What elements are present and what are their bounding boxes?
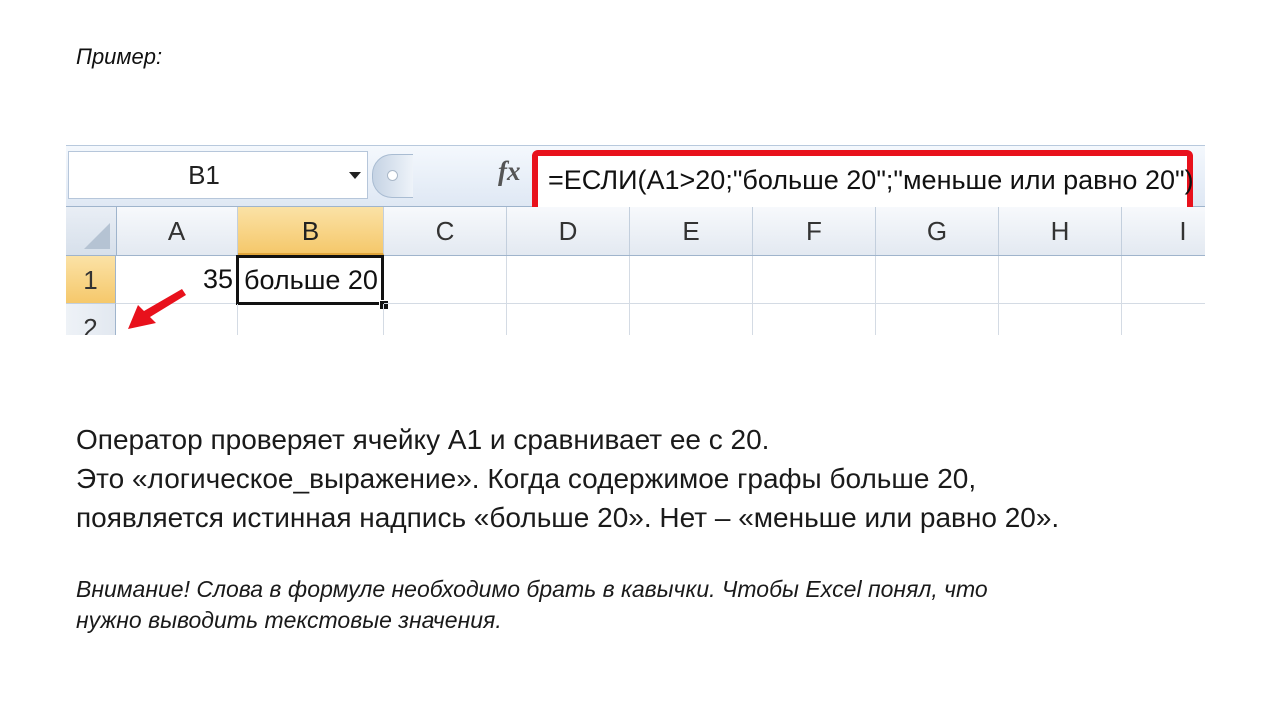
cell-d1[interactable] [507, 256, 630, 304]
row-header-2[interactable]: 2 [66, 304, 116, 335]
cell-h1[interactable] [999, 256, 1122, 304]
cell-c2[interactable] [384, 304, 507, 335]
splitter-handle-icon [387, 170, 398, 181]
cell-f1[interactable] [753, 256, 876, 304]
example-label: Пример: [76, 44, 163, 69]
cell-i1[interactable] [1122, 256, 1205, 304]
column-header-d[interactable]: D [507, 207, 630, 255]
attention-note: Внимание! Слова в формуле необходимо бра… [76, 574, 1226, 636]
column-header-i[interactable]: I [1122, 207, 1205, 255]
formula-text: =ЕСЛИ(A1>20;"больше 20";"меньше или равн… [548, 165, 1194, 195]
note-line: Внимание! Слова в формуле необходимо бра… [76, 576, 988, 602]
column-header-h[interactable]: H [999, 207, 1122, 255]
formula-bar-splitter[interactable] [372, 154, 413, 198]
fx-icon[interactable]: fx [498, 156, 521, 187]
name-box[interactable]: B1 [68, 151, 368, 199]
explanation-line: появляется истинная надпись «больше 20».… [76, 502, 1060, 533]
excel-screenshot: B1 fx =ЕСЛИ(A1>20;"больше 20";"меньше ил… [66, 145, 1205, 335]
column-header-b[interactable]: B [238, 207, 384, 255]
select-all-triangle-icon [84, 223, 110, 249]
cell-d2[interactable] [507, 304, 630, 335]
cell-c1[interactable] [384, 256, 507, 304]
note-line: нужно выводить текстовые значения. [76, 607, 502, 633]
column-header-c[interactable]: C [384, 207, 507, 255]
cell-f2[interactable] [753, 304, 876, 335]
cell-g1[interactable] [876, 256, 999, 304]
column-header-a[interactable]: A [116, 207, 238, 255]
formula-bar: B1 fx =ЕСЛИ(A1>20;"больше 20";"меньше ил… [66, 145, 1205, 216]
cell-b1[interactable]: больше 20 [236, 255, 384, 305]
cell-b2[interactable] [238, 304, 384, 335]
name-box-value: B1 [188, 160, 220, 190]
cell-g2[interactable] [876, 304, 999, 335]
column-header-g[interactable]: G [876, 207, 999, 255]
explanation-line: Оператор проверяет ячейку А1 и сравнивае… [76, 424, 770, 455]
cell-h2[interactable] [999, 304, 1122, 335]
cell-e1[interactable] [630, 256, 753, 304]
column-headers: A B C D E F G H I [66, 207, 1205, 256]
red-arrow-icon [128, 289, 186, 329]
explanation-text: Оператор проверяет ячейку А1 и сравнивае… [76, 420, 1226, 537]
select-all-button[interactable] [66, 207, 117, 255]
chevron-down-icon[interactable] [349, 172, 361, 179]
explanation-line: Это «логическое_выражение». Когда содерж… [76, 463, 977, 494]
column-header-e[interactable]: E [630, 207, 753, 255]
cell-e2[interactable] [630, 304, 753, 335]
cell-i2[interactable] [1122, 304, 1205, 335]
row-header-1[interactable]: 1 [66, 256, 116, 304]
column-header-f[interactable]: F [753, 207, 876, 255]
